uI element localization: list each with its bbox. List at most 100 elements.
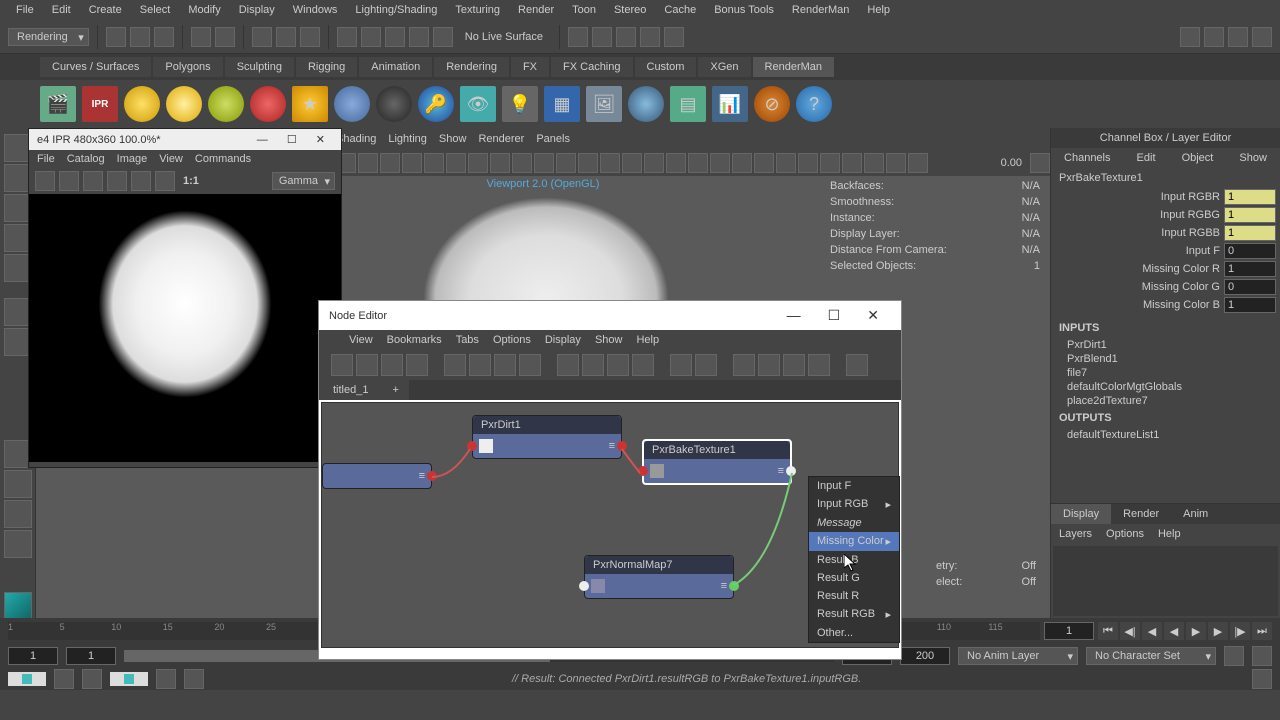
range-start-inner[interactable] [66, 647, 116, 665]
ipr-render-view[interactable] [29, 194, 341, 462]
ne-tool-4[interactable] [406, 354, 428, 376]
snap-plane-icon[interactable] [409, 27, 429, 47]
menu-bonustools[interactable]: Bonus Tools [706, 2, 782, 18]
vp-tool-19[interactable] [732, 153, 752, 173]
vp-tool-20[interactable] [754, 153, 774, 173]
ne-maximize-icon[interactable]: ☐ [816, 307, 853, 323]
rm-globe-icon[interactable] [628, 86, 664, 122]
ne-tool-11[interactable] [607, 354, 629, 376]
ne-tool-7[interactable] [494, 354, 516, 376]
node-truncated[interactable]: ≡ [322, 463, 432, 489]
ctx-input-f[interactable]: Input F [809, 477, 899, 495]
shelf-tab-renderman[interactable]: RenderMan [753, 57, 834, 77]
node-pxrdirt1[interactable]: PxrDirt1 ≡ [472, 415, 622, 459]
vp-tool-16[interactable] [666, 153, 686, 173]
node-pxrbake-in[interactable] [638, 466, 648, 476]
input-file7[interactable]: file7 [1059, 366, 1272, 380]
rm-light4-icon[interactable] [250, 86, 286, 122]
autokey-icon[interactable] [1224, 646, 1244, 666]
snap-grid-icon[interactable] [337, 27, 357, 47]
layer-list[interactable] [1053, 546, 1278, 616]
ne-tool-13[interactable] [670, 354, 692, 376]
ipr-snapshot-icon[interactable] [131, 171, 151, 191]
ne-tool-8[interactable] [519, 354, 541, 376]
shelf-tab-fxcaching[interactable]: FX Caching [551, 57, 632, 77]
ipr-window[interactable]: e4 IPR 480x360 100.0%* — ☐ ✕ File Catalo… [28, 128, 342, 468]
ne-tool-5[interactable] [444, 354, 466, 376]
taskbar-box-1[interactable] [54, 669, 74, 689]
ctx-result-r[interactable]: Result R [809, 587, 899, 605]
node-pxrnormalmap7[interactable]: PxrNormalMap7 ≡ [584, 555, 734, 599]
node-pxrdirt1-out[interactable] [617, 441, 627, 451]
layertab-render[interactable]: Render [1111, 504, 1171, 524]
vp-menu-show[interactable]: Show [439, 133, 467, 145]
range-end-outer[interactable] [900, 647, 950, 665]
current-frame-field[interactable] [1044, 622, 1094, 640]
output-texlist[interactable]: defaultTextureList1 [1059, 428, 1272, 442]
rm-prohibit-icon[interactable]: ⊘ [754, 86, 790, 122]
ipr-menu-commands[interactable]: Commands [195, 153, 251, 165]
rm-img-icon[interactable]: 🖼 [586, 86, 622, 122]
rm-light2-icon[interactable] [166, 86, 202, 122]
attr-inputrgbr-v[interactable] [1224, 189, 1276, 205]
range-start-outer[interactable] [8, 647, 58, 665]
menu-modify[interactable]: Modify [180, 2, 228, 18]
rm-ipr-icon[interactable]: IPR [82, 86, 118, 122]
attr-inputf-v[interactable] [1224, 243, 1276, 259]
attributeeditor-toggle-icon[interactable] [1228, 27, 1248, 47]
ipr-crop-icon[interactable] [83, 171, 103, 191]
goto-start-icon[interactable]: ⏮ [1098, 622, 1118, 640]
vp-tool-10[interactable] [534, 153, 554, 173]
taskbar-box-4[interactable] [184, 669, 204, 689]
ipr-close-icon[interactable]: ✕ [308, 134, 333, 146]
rm-sphere-icon[interactable] [334, 86, 370, 122]
vp-tool-4[interactable] [402, 153, 422, 173]
attr-mcg-v[interactable] [1224, 279, 1276, 295]
node-pxrnormal-out[interactable] [729, 581, 739, 591]
rm-calc-icon[interactable]: ▦ [544, 86, 580, 122]
script-editor-icon[interactable] [1252, 669, 1272, 689]
vp-tool-3[interactable] [380, 153, 400, 173]
play-fwd-icon[interactable]: ▶ [1186, 622, 1206, 640]
vp-tool-21[interactable] [776, 153, 796, 173]
channelbox-toggle-icon[interactable] [1180, 27, 1200, 47]
rm-key-icon[interactable]: 🔑 [418, 86, 454, 122]
cb-tab-object[interactable]: Object [1182, 152, 1214, 164]
shelf-tab-polygons[interactable]: Polygons [153, 57, 222, 77]
rm-star-icon[interactable]: ★ [292, 86, 328, 122]
input-pxrdirt1[interactable]: PxrDirt1 [1059, 338, 1272, 352]
vp-tool-25[interactable] [864, 153, 884, 173]
ctx-result-rgb[interactable]: Result RGB▸ [809, 605, 899, 624]
node-pxrnormal-in[interactable] [579, 581, 589, 591]
ne-tool-14[interactable] [695, 354, 717, 376]
charset-dropdown[interactable]: No Character Set [1086, 647, 1216, 665]
menu-toon[interactable]: Toon [564, 2, 604, 18]
rm-bulb-icon[interactable]: 💡 [502, 86, 538, 122]
ipr-gamma-dropdown[interactable]: Gamma [272, 172, 335, 190]
ne-menu-display[interactable]: Display [545, 334, 581, 346]
ne-tab-titled1[interactable]: titled_1 [319, 380, 382, 400]
ne-tool-12[interactable] [632, 354, 654, 376]
ne-menu-view[interactable]: View [349, 334, 373, 346]
rm-eye-icon[interactable]: 👁 [460, 86, 496, 122]
taskbar-item-2[interactable] [110, 672, 148, 686]
shelf-tab-sculpting[interactable]: Sculpting [225, 57, 294, 77]
ne-tool-3[interactable] [381, 354, 403, 376]
vp-tool-17[interactable] [688, 153, 708, 173]
anim-layer-dropdown[interactable]: No Anim Layer [958, 647, 1078, 665]
menu-render[interactable]: Render [510, 2, 562, 18]
taskbar-box-3[interactable] [156, 669, 176, 689]
ipr-refresh-icon[interactable] [107, 171, 127, 191]
menu-display[interactable]: Display [231, 2, 283, 18]
input-place2d[interactable]: place2dTexture7 [1059, 394, 1272, 408]
step-back-icon[interactable]: ◀ [1142, 622, 1162, 640]
vp-tool-15[interactable] [644, 153, 664, 173]
cb-tab-show[interactable]: Show [1239, 152, 1267, 164]
snap-curve-icon[interactable] [361, 27, 381, 47]
shelf-tab-rigging[interactable]: Rigging [296, 57, 357, 77]
vp-tool-11[interactable] [556, 153, 576, 173]
modeling-toolkit-icon[interactable] [1252, 27, 1272, 47]
ipr-titlebar[interactable]: e4 IPR 480x360 100.0%* — ☐ ✕ [29, 129, 341, 150]
step-fwd-key-icon[interactable]: |▶ [1230, 622, 1250, 640]
menu-help[interactable]: Help [859, 2, 898, 18]
